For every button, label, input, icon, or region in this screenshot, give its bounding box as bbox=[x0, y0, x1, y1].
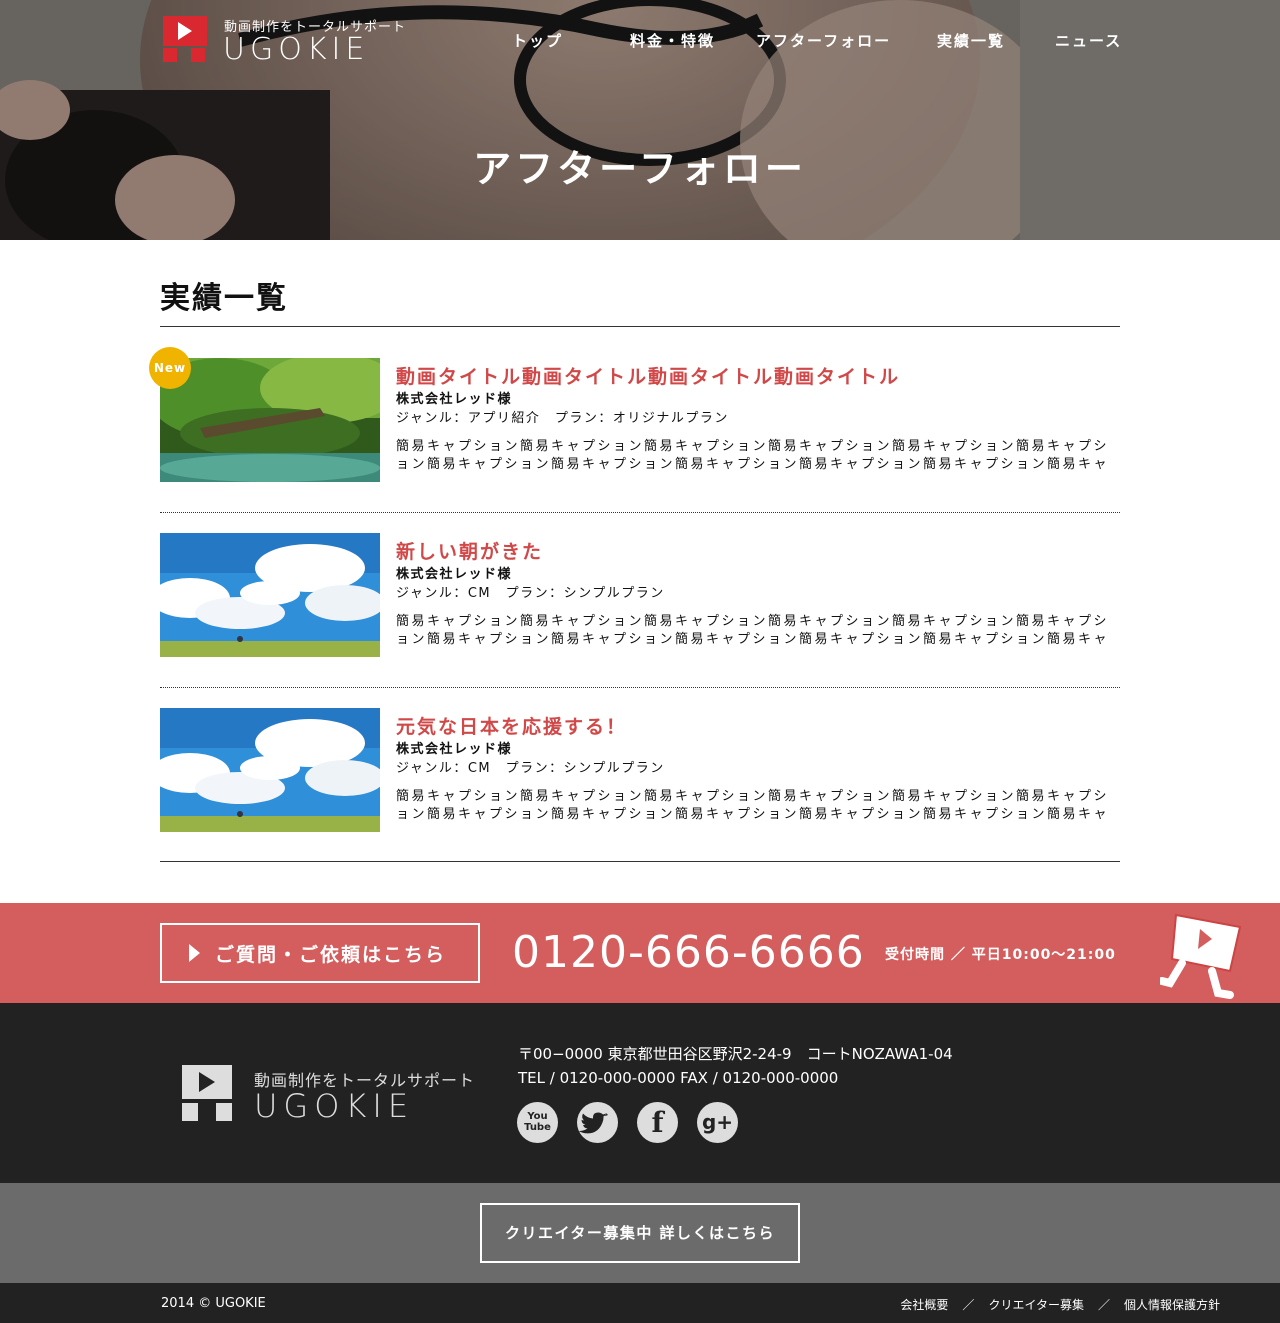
company-address: 〒00−0000 東京都世田谷区野沢2-24-9 コートNOZAWA1-04 bbox=[518, 1045, 953, 1063]
ugokie-mascot-icon bbox=[163, 16, 207, 62]
main-nav: トップ 料金・特徴 アフターフォロー 実績一覧 ニュース bbox=[480, 30, 1140, 54]
twitter-bird-icon bbox=[578, 1112, 608, 1134]
company-tel-fax: TEL / 0120-000-0000 FAX / 0120-000-0000 bbox=[518, 1069, 839, 1087]
work-client: 株式会社レッド様 bbox=[396, 392, 513, 407]
contact-bar: ご質問・ご依頼はこちら 0120-666-6666 受付時間 ／ 平日10:00… bbox=[0, 903, 1280, 1003]
work-title[interactable]: 元気な日本を応援する！ bbox=[396, 714, 1120, 740]
nav-item-pricing[interactable]: 料金・特徴 bbox=[630, 30, 715, 51]
creator-recruit-bar: クリエイター募集中 詳しくはこちら bbox=[0, 1183, 1280, 1283]
nav-item-top[interactable]: トップ bbox=[512, 30, 563, 51]
site-logo[interactable]: 動画制作をトータルサポート UGOKIE bbox=[161, 14, 411, 67]
phone-number[interactable]: 0120-666-6666 bbox=[512, 927, 865, 979]
work-item[interactable]: New 動画タイトル動画タイトル動画タイトル動画タイトル 株式会社レッド様 ジャ… bbox=[149, 347, 1120, 482]
work-item[interactable]: 元気な日本を応援する！ 株式会社レッド様 ジャンル：CM プラン：シンプルプラン… bbox=[160, 708, 1120, 832]
forest-stream-image[interactable] bbox=[160, 358, 380, 482]
nav-item-works[interactable]: 実績一覧 bbox=[937, 30, 1005, 51]
work-caption: 簡易キャプション簡易キャプション簡易キャプション簡易キャプション簡易キャプション… bbox=[396, 614, 1110, 647]
hero-header: 動画制作をトータルサポート UGOKIE トップ 料金・特徴 アフターフォロー … bbox=[0, 0, 1280, 240]
sky-field-image[interactable] bbox=[160, 533, 380, 657]
work-client: 株式会社レッド様 bbox=[396, 567, 513, 582]
nav-item-after-follow[interactable]: アフターフォロー bbox=[756, 30, 891, 51]
work-details: 新しい朝がきた 株式会社レッド様 ジャンル：CM プラン：シンプルプラン 簡易キ… bbox=[396, 539, 1120, 649]
creator-recruit-button[interactable]: クリエイター募集中 詳しくはこちら bbox=[480, 1203, 800, 1263]
footer-link-creator[interactable]: クリエイター募集 bbox=[988, 1298, 1084, 1312]
play-arrow-icon bbox=[189, 944, 200, 962]
work-item[interactable]: 新しい朝がきた 株式会社レッド様 ジャンル：CM プラン：シンプルプラン 簡易キ… bbox=[160, 533, 1120, 657]
copyright: 2014 © UGOKIE bbox=[161, 1296, 266, 1311]
footer-link-company[interactable]: 会社概要 bbox=[900, 1298, 948, 1312]
link-separator: ／ bbox=[1097, 1298, 1110, 1312]
facebook-icon[interactable]: f bbox=[637, 1102, 678, 1143]
inquiry-button-label: ご質問・ご依頼はこちら bbox=[215, 944, 447, 966]
work-details: 動画タイトル動画タイトル動画タイトル動画タイトル 株式会社レッド様 ジャンル：ア… bbox=[396, 364, 1120, 474]
work-divider bbox=[160, 687, 1120, 688]
work-meta: ジャンル：CM プラン：シンプルプラン bbox=[396, 761, 665, 776]
work-caption: 簡易キャプション簡易キャプション簡易キャプション簡易キャプション簡易キャプション… bbox=[396, 439, 1110, 472]
work-meta: ジャンル：アプリ紹介 プラン：オリジナルプラン bbox=[396, 411, 729, 426]
new-badge: New bbox=[149, 347, 191, 389]
footer-logo-wordmark: UGOKIE bbox=[254, 1087, 415, 1125]
work-title[interactable]: 新しい朝がきた bbox=[396, 539, 1120, 565]
company-address-block: 〒00−0000 東京都世田谷区野沢2-24-9 コートNOZAWA1-04 T… bbox=[518, 1042, 953, 1090]
section-divider bbox=[160, 861, 1120, 862]
footer-logo[interactable]: 動画制作をトータルサポート UGOKIE bbox=[180, 1063, 480, 1125]
page-title: アフターフォロー bbox=[473, 147, 807, 191]
work-client: 株式会社レッド様 bbox=[396, 742, 513, 757]
business-hours: 受付時間 ／ 平日10:00〜21:00 bbox=[885, 947, 1116, 963]
logo-wordmark: UGOKIE bbox=[223, 32, 370, 67]
sky-field-image[interactable] bbox=[160, 708, 380, 832]
google-plus-icon[interactable]: g+ bbox=[697, 1102, 738, 1143]
nav-item-news[interactable]: ニュース bbox=[1055, 30, 1122, 51]
ugokie-mascot-icon bbox=[182, 1065, 232, 1121]
section-divider bbox=[160, 326, 1120, 327]
bottom-bar: 2014 © UGOKIE 会社概要 ／ クリエイター募集 ／ 個人情報保護方針 bbox=[0, 1283, 1280, 1323]
youtube-icon[interactable]: You Tube bbox=[517, 1102, 558, 1143]
work-divider bbox=[160, 512, 1120, 513]
section-title: 実績一覧 bbox=[160, 281, 288, 316]
work-meta: ジャンル：CM プラン：シンプルプラン bbox=[396, 586, 665, 601]
work-caption: 簡易キャプション簡易キャプション簡易キャプション簡易キャプション簡易キャプション… bbox=[396, 789, 1110, 822]
inquiry-button[interactable]: ご質問・ご依頼はこちら bbox=[160, 923, 480, 983]
ugokie-mascot-icon bbox=[1160, 913, 1242, 999]
work-title[interactable]: 動画タイトル動画タイトル動画タイトル動画タイトル bbox=[396, 364, 1120, 390]
link-separator: ／ bbox=[962, 1298, 975, 1312]
footer-link-privacy[interactable]: 個人情報保護方針 bbox=[1124, 1298, 1220, 1312]
footer-links: 会社概要 ／ クリエイター募集 ／ 個人情報保護方針 bbox=[900, 1296, 1220, 1313]
footer: 動画制作をトータルサポート UGOKIE 〒00−0000 東京都世田谷区野沢2… bbox=[0, 1003, 1280, 1183]
twitter-icon[interactable] bbox=[577, 1102, 618, 1143]
work-details: 元気な日本を応援する！ 株式会社レッド様 ジャンル：CM プラン：シンプルプラン… bbox=[396, 714, 1120, 824]
